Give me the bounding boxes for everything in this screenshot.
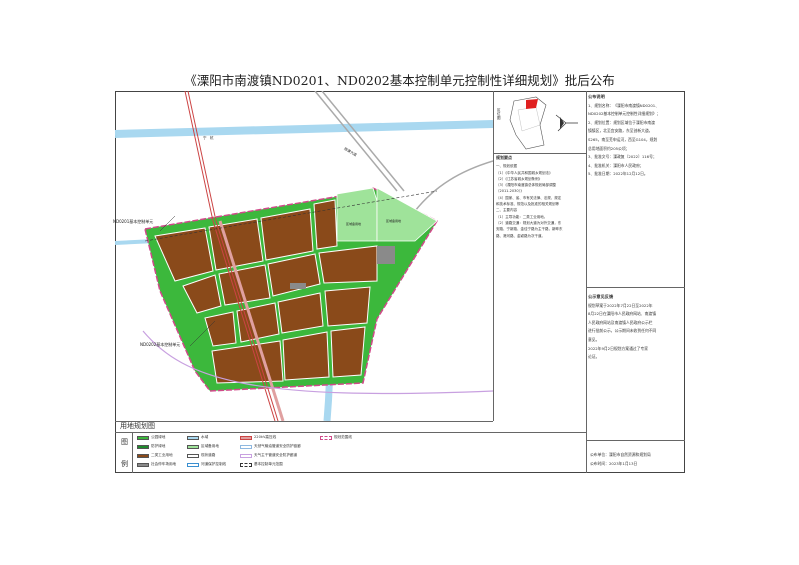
opinion-line: 8月22日在溧阳市人民政府网站、南渡镇 (588, 311, 656, 317)
announce-line: 2、规划位置：规划区域位于溧阳市南渡 (588, 119, 655, 125)
announce-line: 4、批准机关：溧阳市人民政府； (588, 162, 644, 168)
opinion-section: 公示意见反馈 规划草案于2022年7月22日至2022年 8月22日在溧阳市人民… (588, 293, 683, 362)
legend-item-label: 区域备用地 (201, 444, 219, 448)
land-use-map (115, 91, 493, 421)
legend-swatch (187, 454, 199, 458)
divider-notes-right (586, 91, 587, 473)
legend-item-label: 天然气输油管道安全防护链廊 (254, 444, 301, 448)
legend-item-label: 社会停车场用地 (151, 462, 177, 466)
announce-line: 5、批准日期：2022年12月12日。 (588, 171, 648, 177)
legend-swatch (137, 463, 149, 467)
publisher-date: 公布时间：2023年1月13日 (590, 461, 638, 466)
divider-legend-label (132, 432, 133, 473)
divider-locmap-bottom (493, 153, 586, 154)
legend-swatch (137, 454, 149, 458)
opinion-line: 进行批前公示，公示期间未收到任何不同 (588, 328, 657, 334)
announce-line: 3、批准文号：溧政复〔2022〕116号； (588, 154, 657, 160)
planning-notes: 规划要点 一、规划依据 （1）《中华人民共和国城乡规划法》 （2）《江苏省城乡规… (496, 155, 585, 239)
parcel-label-green1: 区域备用地 (346, 222, 362, 226)
divider-map-bottom (115, 421, 493, 422)
parcel-label-green2: 区域备用地 (386, 219, 402, 223)
legend-swatch (137, 445, 149, 449)
notes-heading: 规划要点 (496, 155, 512, 160)
notes-line: 路、港河路、金颖路为次干道。 (496, 233, 545, 238)
legend-swatch (240, 454, 252, 458)
legend-title-b: 例 (121, 460, 128, 468)
legend-item-label: 河道保护控制线 (201, 462, 227, 466)
road-label-top: 宁 杭 (203, 136, 214, 140)
divider-announce-bottom (586, 287, 685, 288)
legend-item-label: 220kV高压线 (254, 435, 277, 439)
legend-title-a: 图 (121, 438, 128, 446)
legend-swatch (240, 445, 252, 449)
announce-heading: 公布说明 (588, 94, 605, 99)
legend-swatch (187, 445, 199, 449)
locmap-label: 区位图 (497, 108, 501, 120)
legend-item-label: 防护绿地 (151, 444, 166, 448)
opinion-line: 论证。 (588, 354, 600, 360)
legend-item-label: 规划范围线 (334, 435, 352, 439)
opinion-line: 2022年9月2日规划方案通过了专家 (588, 345, 649, 351)
legend-swatch (187, 463, 199, 467)
opinion-heading: 公示意见反馈 (588, 294, 614, 299)
legend-swatch (320, 436, 332, 440)
opinion-line: 意见。 (588, 336, 600, 342)
page-title: 《溧阳市南渡镇ND0201、ND0202基本控制单元控制性详细规划》批后公布 (184, 73, 615, 88)
map-caption: 用地规划图 (120, 422, 155, 430)
legend-item-label: 基本控制单元范围 (254, 462, 283, 466)
legend-swatch (137, 436, 149, 440)
divider-map-right (493, 91, 494, 421)
legend-swatch (187, 436, 199, 440)
legend-swatch (240, 463, 252, 467)
announce-line: ND0202基本控制单元控制性详细规划》； (588, 111, 661, 117)
announce-line: 镇镇区，北至宜安路，东至创新大道， (588, 128, 653, 134)
legend-item-label: 水域 (201, 435, 209, 439)
opinion-line: 人民政府网站及南渡镇人民政府公示栏 (588, 319, 653, 325)
unit1-label: ND0201基本控制单元 (113, 219, 154, 224)
announce-line: 1、规划名称：《溧阳市南渡镇ND0201、 (588, 102, 659, 108)
legend-item-label: 二类工业用地 (151, 453, 173, 457)
announce-line: S265，南至芜申运河，西至G104，规划 (588, 136, 658, 142)
publisher-unit: 公布单位：溧阳市自然资源和规划局 (590, 452, 651, 457)
location-map (509, 96, 578, 150)
legend-swatch (240, 436, 252, 440)
announce-line: 总用地面积约205公顷； (588, 145, 630, 151)
unit2-label: ND0202基本控制单元 (140, 342, 181, 347)
legend-item-label: 公园绿地 (151, 435, 166, 439)
announcement-section: 公布说明 1、规划名称：《溧阳市南渡镇ND0201、 ND0202基本控制单元控… (588, 93, 683, 179)
opinion-line: 规划草案于2022年7月22日至2022年 (588, 302, 653, 308)
divider-opinion-bottom (586, 440, 685, 441)
divider-legend-top (115, 432, 586, 433)
legend-item-label: 天气主干管道安全防护廊道 (254, 453, 298, 457)
legend-item-label: 现状道路 (201, 453, 216, 457)
